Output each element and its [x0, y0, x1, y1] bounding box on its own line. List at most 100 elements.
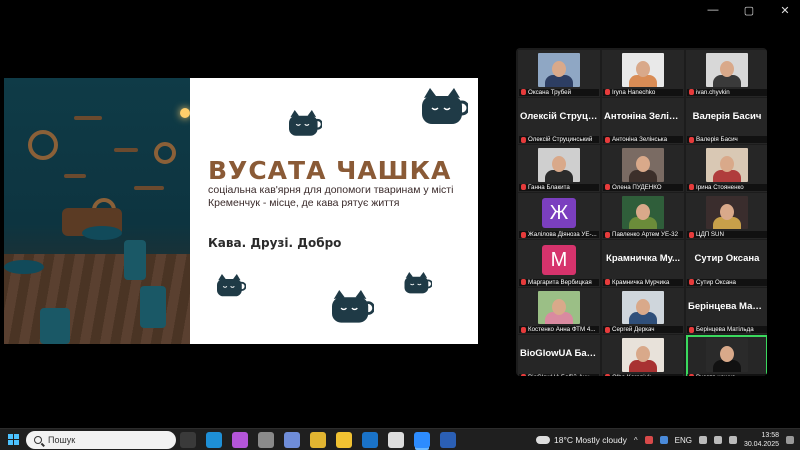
battery-icon[interactable]: [728, 436, 737, 444]
muted-mic-icon: [689, 231, 694, 238]
participant-tile[interactable]: ЦДП SUN: [686, 192, 767, 239]
participant-tile[interactable]: Olha Koreniuk: [602, 335, 684, 376]
participant-video: [538, 148, 580, 182]
weather-widget[interactable]: 18°C Mostly cloudy: [534, 433, 627, 445]
participant-face: [720, 156, 734, 172]
participant-tile[interactable]: Вусата чашка: [686, 335, 767, 376]
file-explorer-icon[interactable]: [336, 432, 352, 448]
chrome-icon[interactable]: [310, 432, 326, 448]
shared-slide: ВУСАТА ЧАШКА соціальна кав'ярня для допо…: [4, 78, 478, 344]
participant-name: ivan.chyvkin: [696, 88, 730, 96]
participant-tile[interactable]: Берінцева Маті... Берінцева Матільда: [686, 287, 767, 334]
participant-display-name: Крамничка Му...: [606, 253, 680, 264]
participant-name-label: Iryna Hanechko: [603, 88, 683, 96]
participant-name: Olha Koreniuk: [612, 374, 651, 377]
dell-icon[interactable]: [388, 432, 404, 448]
participant-tile[interactable]: Антоніна Зелін... Антоніна Зелінська: [602, 97, 684, 144]
weather-text: 18°C Mostly cloudy: [554, 435, 627, 445]
participant-tile[interactable]: Сергей Деркач: [602, 287, 684, 334]
participant-name-label: Костенко Анна ФТМ 4...: [519, 326, 599, 333]
participant-name-label: Olha Koreniuk: [603, 373, 683, 377]
notification-bell-icon[interactable]: [786, 436, 794, 444]
edge-icon[interactable]: [206, 432, 222, 448]
muted-mic-icon: [605, 326, 610, 333]
volume-icon[interactable]: [713, 436, 722, 444]
participant-tile[interactable]: Ірина Стояненко: [686, 145, 767, 192]
tray-app-icon[interactable]: [644, 436, 653, 444]
search-label: Пошук: [48, 435, 76, 445]
slide-title: ВУСАТА ЧАШКА: [208, 156, 452, 185]
chevron-up-icon[interactable]: ^: [634, 436, 638, 445]
photos-icon[interactable]: [284, 432, 300, 448]
participant-tile[interactable]: Iryna Hanechko: [602, 50, 684, 97]
clock[interactable]: 13:58 30.04.2025: [744, 431, 779, 449]
participant-name-label: Олена ПУДЕНКО: [603, 183, 683, 191]
participant-video: [706, 195, 748, 229]
participant-name: Жалілова Діяноза УЕ-...: [528, 231, 597, 238]
windows-start-icon[interactable]: [8, 434, 19, 445]
participant-name-label: ЦДП SUN: [687, 231, 767, 238]
muted-mic-icon: [689, 279, 694, 285]
participant-name: Оксана Трубей: [528, 88, 572, 96]
muted-mic-icon: [521, 374, 526, 376]
participant-name: Павленко Артем УЕ-32: [612, 231, 679, 238]
participant-tile[interactable]: Олена ПУДЕНКО: [602, 145, 684, 192]
participant-tile[interactable]: Оксана Трубей: [518, 50, 600, 97]
maximize-icon[interactable]: ▢: [742, 4, 756, 17]
cat-cup-icon: [404, 272, 432, 294]
participant-video: [622, 53, 664, 87]
participant-face: [720, 203, 734, 220]
participant-tile[interactable]: BioGlowUA Баб... BioGlowUA Бабій Анн...: [518, 335, 600, 376]
zoom-icon[interactable]: [414, 432, 430, 448]
cat-cup-icon: [217, 274, 246, 297]
participant-tile[interactable]: Павленко Артем УЕ-32: [602, 192, 684, 239]
participant-face: [720, 61, 734, 77]
participant-name-label: Ірина Стояненко: [687, 183, 767, 191]
task-view-icon[interactable]: [180, 432, 196, 448]
cloudy-weather-icon: [534, 433, 550, 444]
participant-tile[interactable]: Крамничка Му... Крамничка Мурчика: [602, 240, 684, 287]
participant-face: [636, 298, 650, 315]
participant-name: Сутир Оксана: [696, 278, 736, 286]
muted-mic-icon: [521, 136, 526, 143]
participant-display-name: Берінцева Маті...: [688, 300, 766, 312]
participant-display-name: Олексій Струци...: [520, 110, 598, 122]
muted-mic-icon: [521, 326, 526, 333]
participant-tile[interactable]: Сутир Оксана Сутир Оксана: [686, 240, 767, 287]
participant-name: Валерія Басич: [696, 136, 738, 143]
participant-tile[interactable]: Костенко Анна ФТМ 4...: [518, 287, 600, 334]
minimize-icon[interactable]: —: [706, 4, 720, 17]
taskbar-search[interactable]: Пошук: [26, 431, 176, 449]
participant-tile[interactable]: Ганна Блакита: [518, 145, 600, 192]
participant-tile[interactable]: Валерія Басич Валерія Басич: [686, 97, 767, 144]
participant-name-label: Сутир Оксана: [687, 278, 767, 286]
participant-name-label: Ганна Блакита: [519, 183, 599, 191]
participant-tile[interactable]: М Маргарита Вербицкая: [518, 240, 600, 287]
participant-tile[interactable]: Ж Жалілова Діяноза УЕ-...: [518, 192, 600, 239]
slide-tagline: Кава. Друзі. Добро: [208, 236, 342, 250]
word-icon[interactable]: [440, 432, 456, 448]
outlook-icon[interactable]: [362, 432, 378, 448]
participant-display-name: Сутир Оксана: [694, 253, 760, 264]
muted-mic-icon: [689, 136, 694, 143]
participant-name: Сергей Деркач: [612, 326, 655, 333]
language-indicator[interactable]: ENG: [675, 436, 692, 445]
tray-app-icon[interactable]: [659, 436, 668, 444]
slide-subtitle: соціальна кав'ярня для допомоги тваринам…: [208, 184, 454, 209]
cat-cup-icon: [289, 110, 322, 136]
close-icon[interactable]: ✕: [778, 4, 792, 17]
participant-tile[interactable]: Олексій Струци... Олексій Струцинський: [518, 97, 600, 144]
participant-name: Вусата чашка: [696, 374, 735, 377]
participant-name: BioGlowUA Бабій Анн...: [528, 374, 595, 377]
participant-name-label: Оксана Трубей: [519, 88, 599, 96]
participant-display-name: Антоніна Зелін...: [604, 110, 682, 122]
store-icon[interactable]: [258, 432, 274, 448]
wifi-icon[interactable]: [698, 436, 707, 444]
muted-mic-icon: [605, 136, 610, 143]
participant-video: [538, 53, 580, 87]
muted-mic-icon: [689, 326, 694, 333]
copilot-icon[interactable]: [232, 432, 248, 448]
participant-tile[interactable]: ivan.chyvkin: [686, 50, 767, 97]
cat-cup-icon: [332, 290, 374, 323]
participants-panel: Оксана Трубей Iryna Hanechko ivan.chyvkin О…: [516, 48, 767, 376]
